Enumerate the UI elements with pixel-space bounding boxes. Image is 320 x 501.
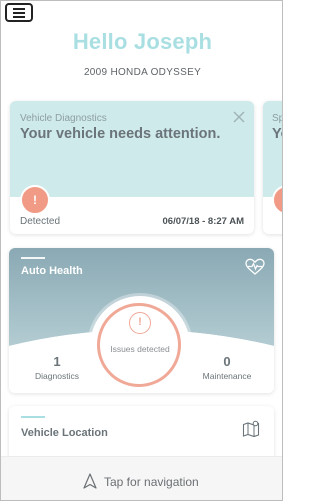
detected-timestamp: 06/07/18 - 8:27 AM	[162, 216, 245, 227]
heart-pulse-icon	[245, 258, 265, 275]
issues-detected-label: Issues detected	[110, 344, 170, 354]
diagnostics-label: Diagnostics	[35, 371, 79, 381]
issues-alert-icon: !	[129, 312, 151, 334]
next-card-title: Sp	[272, 113, 282, 124]
vehicle-location-accent	[21, 416, 45, 418]
auto-health-title: Auto Health	[21, 265, 83, 277]
alert-icon: !	[20, 185, 50, 215]
vehicle-name: 2009 HONDA ODYSSEY	[83, 67, 202, 78]
diagnostics-count: 1	[53, 354, 61, 369]
menu-button[interactable]	[5, 3, 33, 22]
auto-health-card[interactable]: Auto Health ! Issues detected 1 Diagnost…	[9, 248, 274, 393]
diagnostics-card-title: Vehicle Diagnostics	[20, 113, 107, 124]
hamburger-icon-line	[13, 12, 25, 14]
next-card-peek[interactable]: Sp Yo	[263, 101, 282, 234]
auto-health-accent	[21, 257, 45, 259]
maintenance-label: Maintenance	[202, 371, 252, 381]
app-frame: Hello Joseph 2009 HONDA ODYSSEY Vehicle …	[0, 0, 283, 501]
navigation-label: Tap for navigation	[104, 475, 199, 489]
maintenance-count: 0	[223, 354, 231, 369]
hamburger-icon-line	[13, 8, 25, 10]
greeting-title: Hello Joseph	[72, 29, 213, 54]
detected-label: Detected	[20, 216, 61, 227]
issues-detected-indicator[interactable]: ! Issues detected	[90, 296, 190, 393]
navigation-bar[interactable]: Tap for navigation	[1, 456, 282, 500]
diagnostics-card[interactable]: Vehicle Diagnostics Your vehicle needs a…	[10, 101, 254, 234]
hamburger-icon-line	[13, 16, 25, 18]
close-icon[interactable]	[232, 110, 246, 124]
next-card-message: Yo	[272, 126, 282, 142]
navigation-arrow-icon	[83, 473, 97, 489]
map-icon	[242, 420, 260, 438]
diagnostics-card-message: Your vehicle needs attention.	[20, 126, 221, 142]
vehicle-location-title: Vehicle Location	[21, 427, 108, 439]
